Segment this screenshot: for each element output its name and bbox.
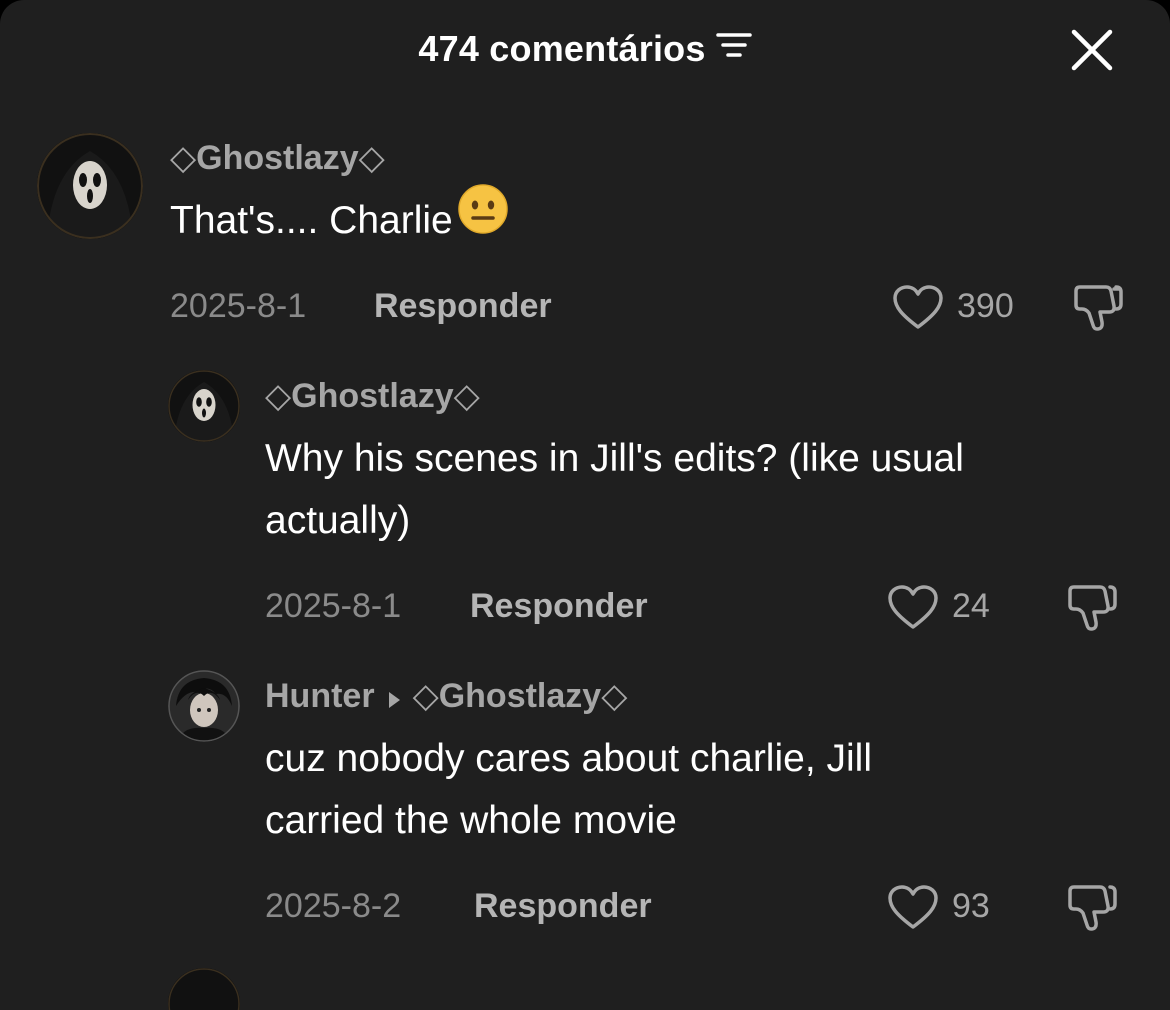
comment-username-row: Hunter ◇Ghostlazy◇ bbox=[265, 676, 627, 718]
comment-text-line: carried the whole movie bbox=[265, 799, 677, 842]
avatar[interactable] bbox=[168, 370, 240, 442]
avatar[interactable] bbox=[168, 968, 240, 1010]
comment-text: Why his scenes in Jill's edits? (like us… bbox=[265, 428, 964, 552]
comment-text-line: Why his scenes in Jill's edits? (like us… bbox=[265, 437, 964, 480]
neutral-face-emoji-icon bbox=[457, 183, 509, 254]
like-count: 93 bbox=[952, 887, 990, 925]
comment-username[interactable]: ◇Ghostlazy◇ bbox=[170, 138, 385, 178]
thumbs-down-icon[interactable] bbox=[1066, 882, 1118, 937]
thumbs-down-icon[interactable] bbox=[1072, 282, 1124, 337]
comment-date: 2025-8-2 bbox=[265, 887, 402, 925]
reply-button[interactable]: Responder bbox=[374, 287, 552, 326]
avatar[interactable] bbox=[37, 133, 143, 239]
reply-button[interactable]: Responder bbox=[474, 887, 652, 926]
comment-text-line: That's.... Charlie bbox=[170, 199, 453, 242]
thumbs-down-icon[interactable] bbox=[1066, 582, 1118, 637]
comment-text: That's.... Charlie bbox=[170, 184, 509, 254]
sort-lines-icon[interactable] bbox=[715, 27, 752, 69]
comment-text: cuz nobody cares about charlie, Jill car… bbox=[265, 728, 872, 852]
heart-icon[interactable] bbox=[892, 284, 944, 335]
comments-sheet: 474 comentários ◇Ghostlazy◇ That's.... C… bbox=[0, 0, 1170, 1010]
comment-text-line: actually) bbox=[265, 499, 411, 542]
like-count: 24 bbox=[952, 587, 990, 625]
comments-count-title[interactable]: 474 comentários bbox=[0, 28, 1170, 70]
comment-username[interactable]: Hunter bbox=[265, 677, 375, 715]
reply-to-username[interactable]: ◇Ghostlazy◇ bbox=[413, 677, 628, 715]
comment-text-line: cuz nobody cares about charlie, Jill bbox=[265, 737, 872, 780]
reply-arrow-icon bbox=[387, 679, 401, 718]
comment-date: 2025-8-1 bbox=[170, 287, 307, 325]
heart-icon[interactable] bbox=[887, 584, 939, 635]
avatar[interactable] bbox=[168, 670, 240, 742]
comments-count-label: 474 comentários bbox=[418, 28, 706, 69]
comment-date: 2025-8-1 bbox=[265, 587, 402, 625]
comment-username[interactable]: ◇Ghostlazy◇ bbox=[265, 376, 480, 416]
heart-icon[interactable] bbox=[887, 884, 939, 935]
comments-header: 474 comentários bbox=[0, 0, 1170, 100]
reply-button[interactable]: Responder bbox=[470, 587, 648, 626]
like-count: 390 bbox=[957, 287, 1014, 325]
close-icon[interactable] bbox=[1066, 24, 1118, 76]
